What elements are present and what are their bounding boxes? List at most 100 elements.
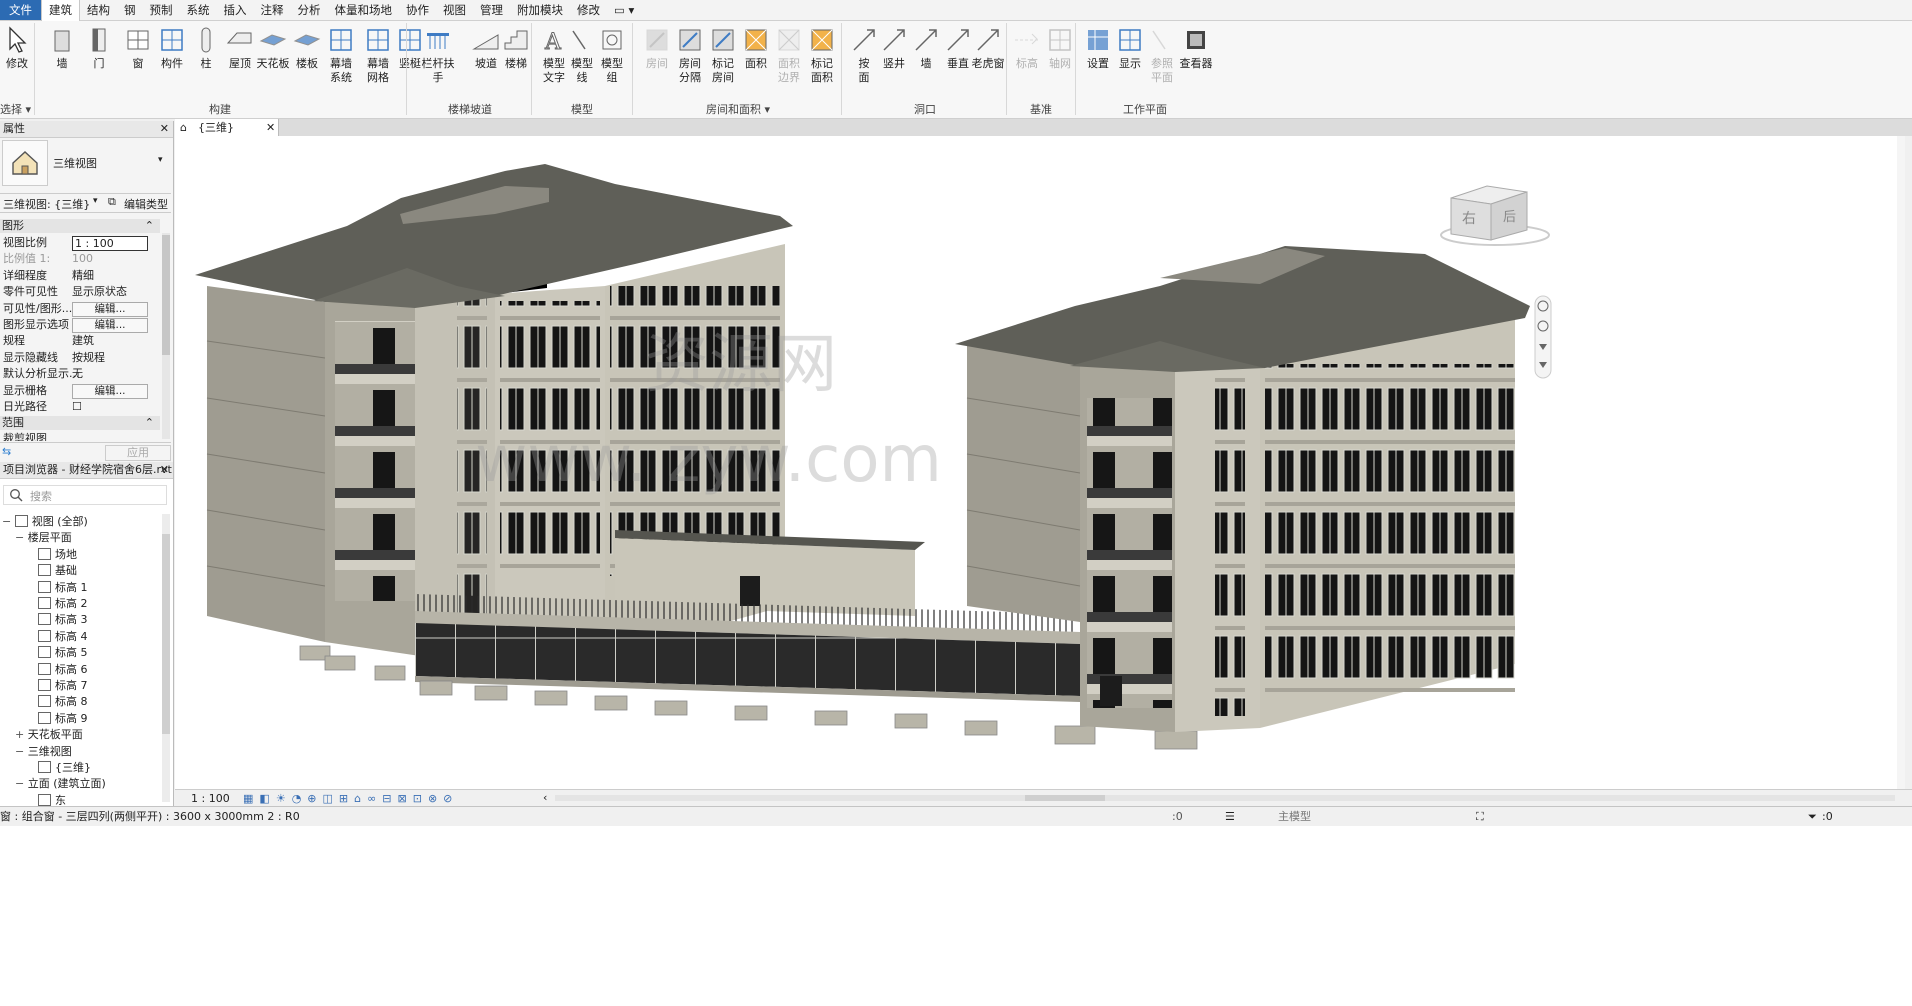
menu-tab-1[interactable]: 建筑	[41, 0, 80, 21]
menu-tab-2[interactable]: 结构	[80, 0, 117, 20]
instance-selector[interactable]: 三维视图: {三维}	[3, 196, 90, 212]
section-graphics[interactable]: 图形 ⌃	[0, 219, 160, 233]
model-label[interactable]: 主模型	[1278, 807, 1311, 827]
3d-view-canvas[interactable]: 资源网 www. zyw.com 右 后	[175, 136, 1905, 789]
opening-button-4[interactable]: 老虎窗	[970, 25, 1006, 71]
menu-tab-7[interactable]: 注释	[254, 0, 291, 20]
view-control-icon-9[interactable]: ⊟	[382, 792, 391, 805]
worksets-icon[interactable]: ☰	[1225, 807, 1235, 827]
view-control-icon-1[interactable]: ◧	[259, 792, 269, 805]
ribbon-options-dropdown[interactable]: ▭ ▾	[607, 0, 641, 20]
view-control-icon-13[interactable]: ⊘	[443, 792, 452, 805]
panel-select-label[interactable]: 选择 ▾	[0, 101, 31, 117]
workplane-button-1[interactable]: 显示	[1112, 25, 1148, 71]
datum-button-1[interactable]: 轴网	[1042, 25, 1078, 71]
tree-item[interactable]: − 视图 (全部)	[2, 514, 88, 530]
view-control-icon-6[interactable]: ⊞	[339, 792, 348, 805]
browser-scrollbar[interactable]	[162, 514, 170, 802]
datum-button-0[interactable]: 标高	[1009, 25, 1045, 71]
tab-3d-view[interactable]: ⌂ {三维} ✕	[175, 119, 279, 136]
workplane-button-3[interactable]: 查看器	[1178, 25, 1214, 71]
tree-item[interactable]: 标高 8	[38, 694, 88, 710]
tree-item[interactable]: 标高 2	[38, 596, 88, 612]
rooms-button-5[interactable]: 标记 面积	[804, 25, 840, 85]
apply-button[interactable]: 应用	[105, 445, 171, 461]
select-links-icon[interactable]: ⛶	[1476, 807, 1484, 827]
rooms-button-4[interactable]: 面积 边界	[771, 25, 807, 85]
build-button-5[interactable]: 屋顶	[222, 25, 258, 71]
type-dropdown-icon[interactable]: ▾	[158, 155, 163, 165]
modify-button[interactable]: 修改	[2, 25, 32, 71]
collapse-icon[interactable]: −	[15, 777, 28, 790]
view-control-icon-2[interactable]: ☀	[276, 792, 286, 805]
rooms-button-2[interactable]: 标记 房间	[705, 25, 741, 85]
properties-scrollbar[interactable]	[162, 233, 170, 439]
build-button-2[interactable]: 窗	[120, 25, 156, 71]
build-button-6[interactable]: 天花板	[255, 25, 291, 71]
menu-tab-11[interactable]: 视图	[436, 0, 473, 20]
menu-tab-12[interactable]: 管理	[473, 0, 510, 20]
menu-tab-5[interactable]: 系统	[180, 0, 217, 20]
menu-tab-3[interactable]: 钢	[117, 0, 143, 20]
rooms-button-3[interactable]: 面积	[738, 25, 774, 71]
opening-button-1[interactable]: 竖井	[876, 25, 912, 71]
panel-rooms-label[interactable]: 房间和面积 ▾	[706, 101, 770, 117]
tree-item[interactable]: − 楼层平面	[15, 530, 72, 546]
menu-tab-6[interactable]: 插入	[217, 0, 254, 20]
build-button-1[interactable]: 门	[81, 25, 117, 71]
view-scale-input[interactable]: 1 : 100	[72, 236, 148, 251]
build-button-7[interactable]: 楼板	[289, 25, 325, 71]
property-value[interactable]: ☐	[72, 399, 82, 415]
tree-item[interactable]: 标高 9	[38, 711, 88, 727]
collapse-icon[interactable]: −	[15, 745, 28, 758]
view-control-icon-10[interactable]: ⊠	[398, 792, 407, 805]
menu-tab-14[interactable]: 修改	[570, 0, 607, 20]
tree-item[interactable]: 场地	[38, 547, 77, 563]
tree-item[interactable]: {三维}	[38, 760, 91, 776]
close-icon[interactable]: ✕	[160, 121, 169, 137]
tree-item[interactable]: − 三维视图	[15, 744, 72, 760]
viewcube[interactable]: 右 后	[1440, 185, 1550, 246]
edit-type-button[interactable]: 编辑类型	[124, 196, 168, 212]
browser-search-box[interactable]: 搜索	[3, 485, 167, 505]
workplane-button-2[interactable]: 参照 平面	[1144, 25, 1180, 85]
menu-tab-13[interactable]: 附加模块	[510, 0, 570, 20]
build-button-8[interactable]: 幕墙 系统	[323, 25, 359, 85]
view-scale[interactable]: 1 : 100	[191, 792, 230, 805]
build-button-3[interactable]: 构件	[154, 25, 190, 71]
menu-tab-4[interactable]: 预制	[143, 0, 180, 20]
view-control-icon-0[interactable]: ▦	[243, 792, 253, 805]
expand-icon[interactable]: +	[15, 728, 28, 741]
canvas-scrollbar[interactable]	[1897, 136, 1905, 789]
rooms-button-0[interactable]: 房间	[639, 25, 675, 71]
scroll-left-icon[interactable]: ‹	[543, 791, 547, 804]
stairs-button-2[interactable]: 楼梯	[498, 25, 534, 71]
tree-item[interactable]: 标高 1	[38, 580, 88, 596]
view-control-icon-7[interactable]: ⌂	[354, 792, 361, 805]
collapse-icon[interactable]: −	[2, 515, 15, 528]
properties-help-icon[interactable]: ⇆	[2, 445, 11, 458]
navigation-bar[interactable]	[1534, 295, 1552, 379]
view-control-icon-5[interactable]: ◫	[323, 792, 333, 805]
model-button-2[interactable]: 模型组	[594, 25, 630, 85]
tree-item[interactable]: 标高 6	[38, 662, 88, 678]
build-button-0[interactable]: 墙	[44, 25, 80, 71]
tree-item[interactable]: 标高 4	[38, 629, 88, 645]
collapse-icon[interactable]: −	[15, 531, 28, 544]
tree-item[interactable]: 基础	[38, 563, 77, 579]
build-button-9[interactable]: 幕墙 网格	[360, 25, 396, 85]
tree-item[interactable]: 标高 7	[38, 678, 88, 694]
view-control-icon-8[interactable]: ∞	[367, 792, 376, 805]
view-control-icon-12[interactable]: ⊗	[428, 792, 437, 805]
menu-tab-9[interactable]: 体量和场地	[328, 0, 400, 20]
workplane-button-0[interactable]: 设置	[1080, 25, 1116, 71]
stairs-button-0[interactable]: 栏杆扶手	[420, 25, 456, 85]
tree-item[interactable]: 标高 5	[38, 645, 88, 661]
horizontal-scrollbar[interactable]	[555, 795, 1895, 801]
tree-item[interactable]: + 天花板平面	[15, 727, 83, 743]
edit-button[interactable]: 编辑...	[72, 301, 148, 317]
view-control-icon-3[interactable]: ◔	[292, 792, 302, 805]
menu-tab-8[interactable]: 分析	[291, 0, 328, 20]
rooms-button-1[interactable]: 房间 分隔	[672, 25, 708, 85]
close-icon[interactable]: ✕	[266, 119, 275, 136]
